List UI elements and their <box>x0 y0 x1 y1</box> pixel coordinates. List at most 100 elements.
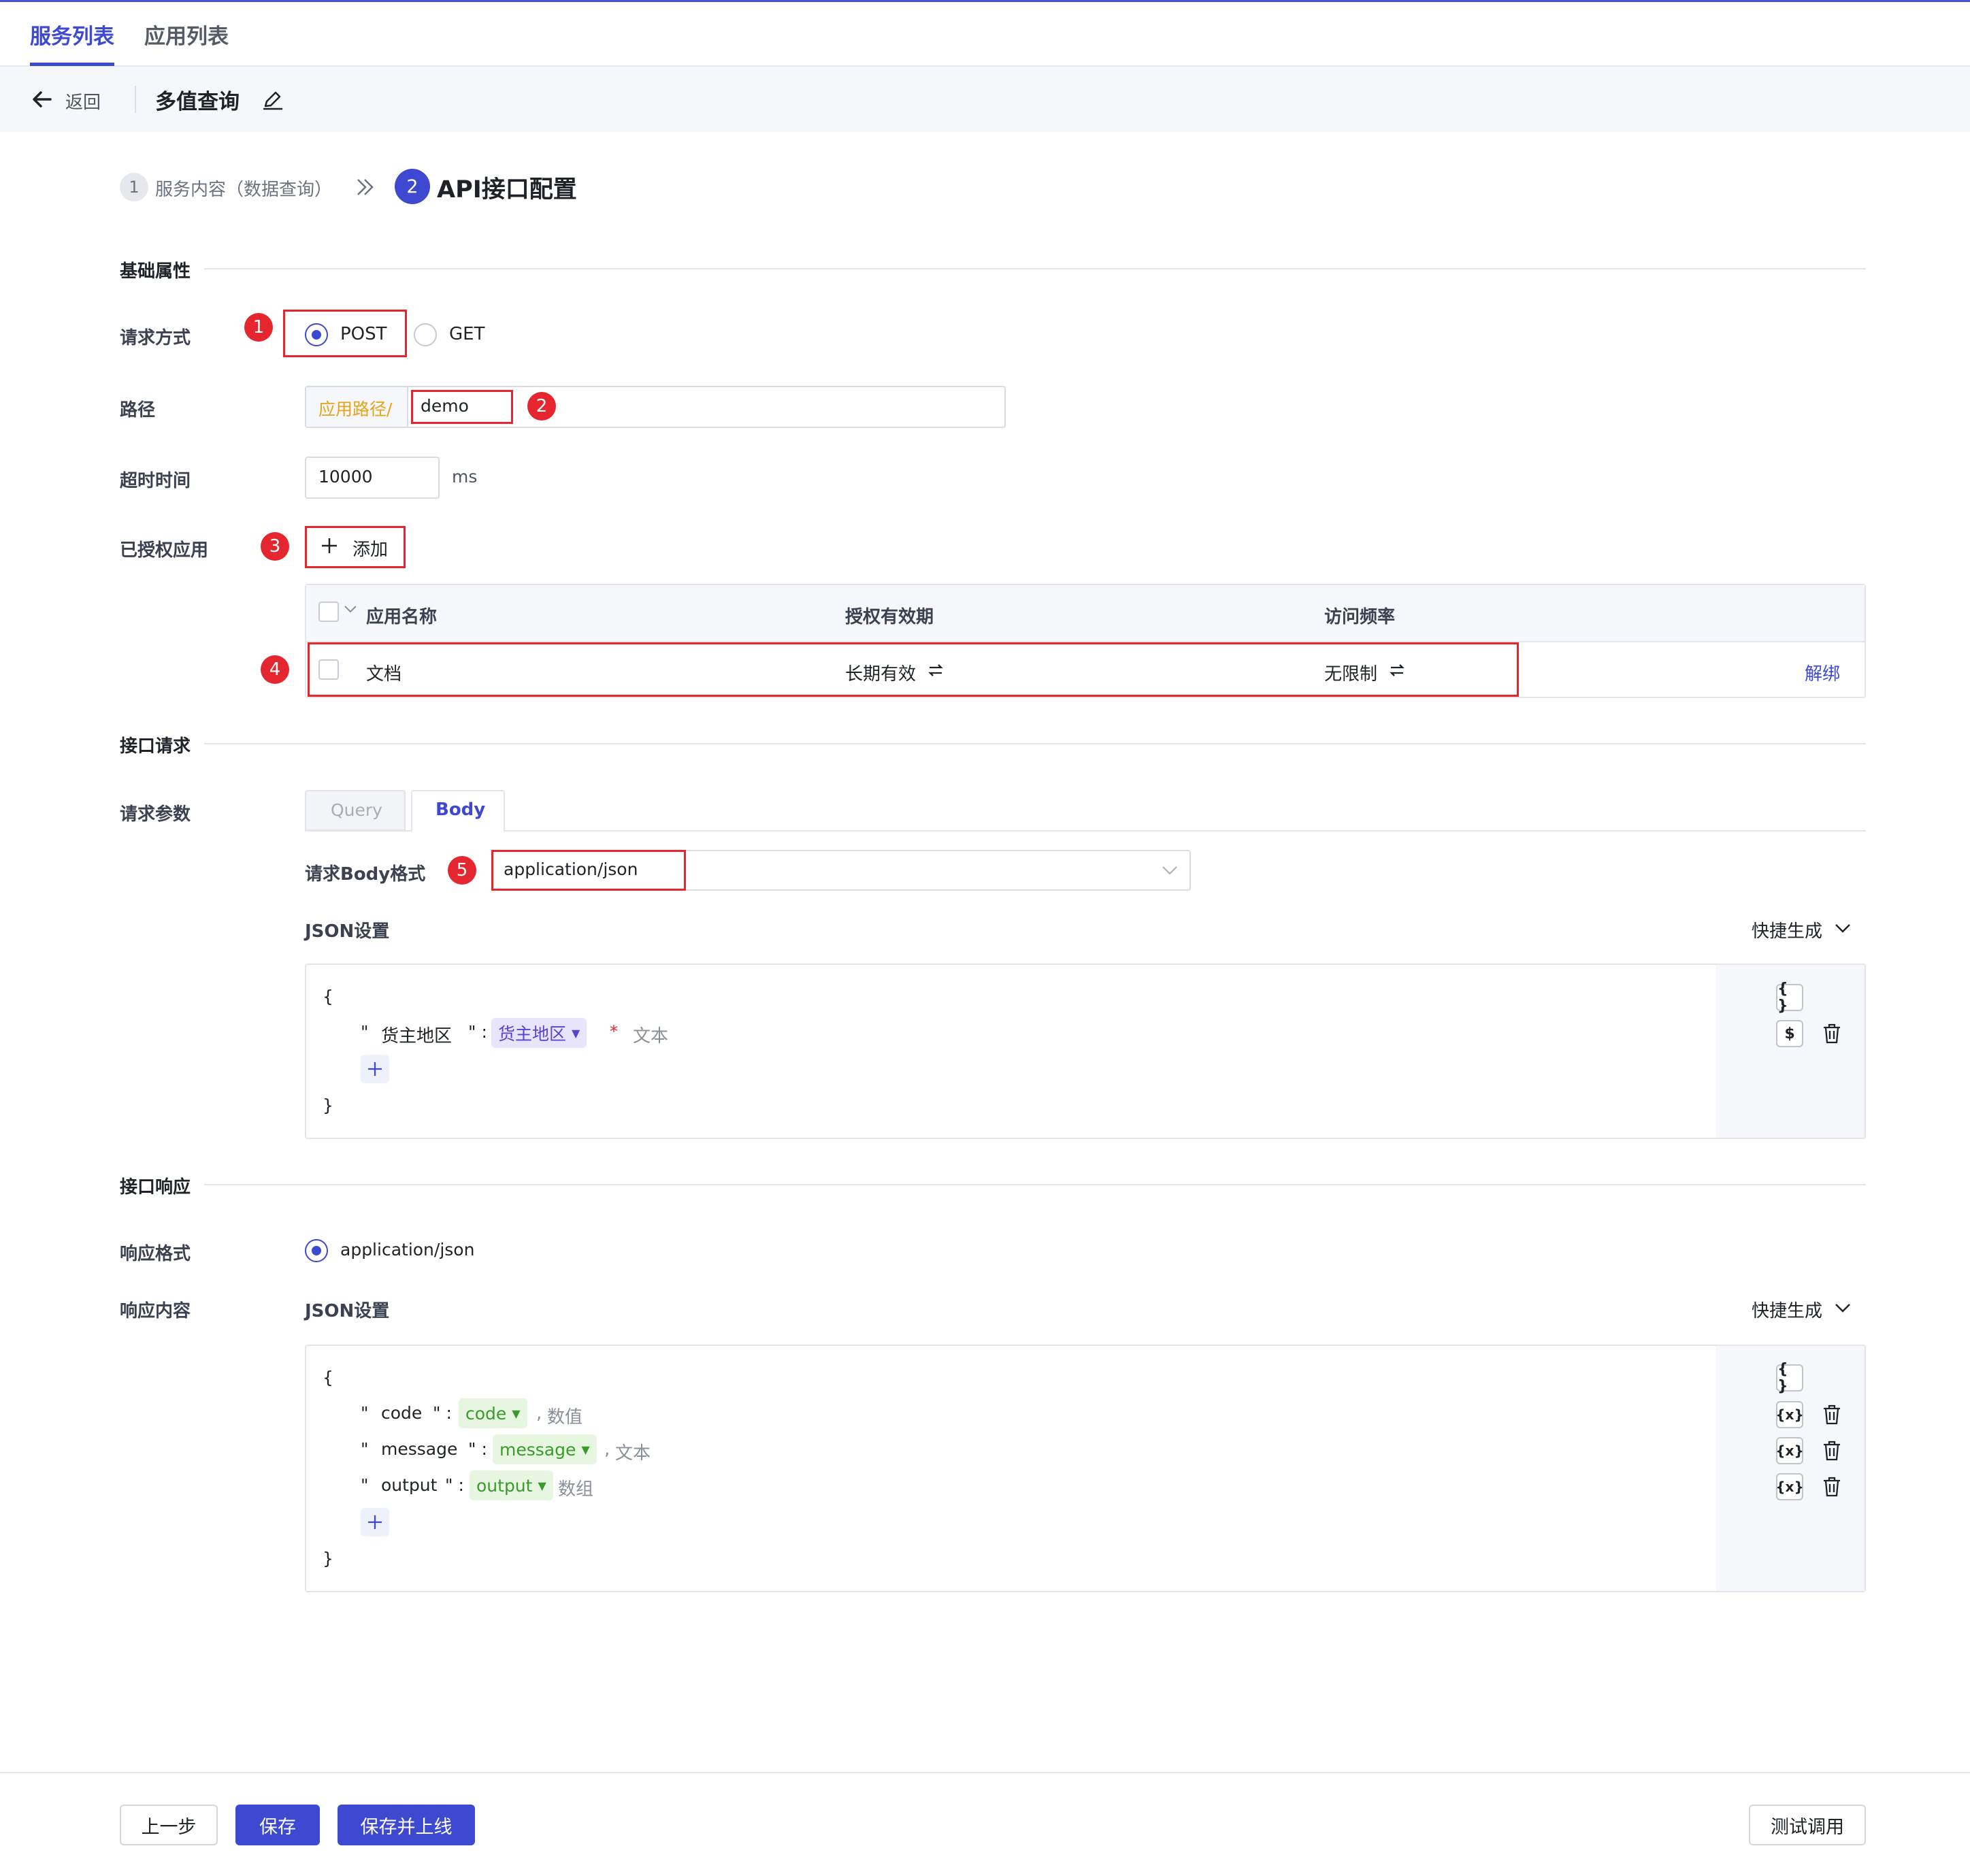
swap-icon[interactable] <box>1388 661 1406 679</box>
row-checkbox[interactable] <box>318 659 339 680</box>
response-field-value: message <box>499 1439 576 1460</box>
annotation-badge-1: 1 <box>244 313 273 342</box>
response-format-value[interactable]: application/json <box>340 1240 474 1260</box>
response-json-label: JSON设置 <box>305 1301 390 1321</box>
request-field-key[interactable]: 货主地区 <box>381 1022 452 1047</box>
row-rate[interactable]: 无限制 <box>1324 660 1377 685</box>
step-2-number: 2 <box>395 169 430 204</box>
radio-response-json[interactable] <box>305 1239 328 1262</box>
back-link[interactable]: 返回 <box>65 88 101 114</box>
caret-down-icon: ▼ <box>581 1443 590 1456</box>
arrow-left-icon[interactable] <box>30 87 54 112</box>
dollar-icon[interactable]: $ <box>1776 1020 1803 1047</box>
request-field-value: 货主地区 <box>498 1024 567 1044</box>
section-divider <box>204 743 1866 744</box>
annotation-badge-3: 3 <box>261 532 289 561</box>
path-label: 路径 <box>120 400 156 421</box>
response-field-sep: , <box>536 1403 542 1424</box>
required-mark: * <box>610 1022 618 1041</box>
page-title: 多值查询 <box>155 90 240 114</box>
response-content-label: 响应内容 <box>120 1301 191 1321</box>
radio-get-label[interactable]: GET <box>449 324 485 344</box>
braces-icon[interactable]: { } <box>1776 1361 1803 1395</box>
chevron-down-icon[interactable] <box>343 602 358 616</box>
radio-get[interactable] <box>414 323 437 346</box>
add-field-button[interactable] <box>361 1508 389 1536</box>
method-label: 请求方式 <box>120 328 191 348</box>
response-field-value-pill[interactable]: output ▼ <box>470 1470 553 1500</box>
response-field-type: 数值 <box>547 1407 583 1428</box>
timeout-unit: ms <box>452 467 478 487</box>
chevron-down-icon[interactable] <box>1833 1298 1852 1317</box>
footer-divider <box>0 1772 1970 1773</box>
response-quick-generate[interactable]: 快捷生成 <box>1752 1297 1822 1322</box>
response-field-type: 文本 <box>615 1443 651 1464</box>
column-header-app-name: 应用名称 <box>366 607 438 627</box>
json-close-brace: } <box>323 1549 333 1568</box>
row-period[interactable]: 长期有效 <box>845 660 916 685</box>
json-quote-colon: " : <box>433 1403 452 1423</box>
plus-icon <box>368 1062 382 1076</box>
json-quote-colon: " : <box>468 1439 487 1459</box>
request-json-editor[interactable] <box>305 964 1866 1139</box>
response-field-key-code[interactable]: code <box>381 1403 422 1423</box>
select-all-checkbox[interactable] <box>318 602 339 622</box>
active-tab-indicator <box>30 63 114 66</box>
response-field-key-message[interactable]: message <box>381 1439 457 1459</box>
response-field-key-output[interactable]: output <box>381 1475 437 1495</box>
response-field-type: 数组 <box>558 1479 594 1500</box>
timeout-value: 10000 <box>318 467 373 487</box>
unbind-link[interactable]: 解绑 <box>1805 660 1840 685</box>
page-header-bar <box>0 67 1970 132</box>
chevron-down-icon[interactable] <box>1161 861 1179 879</box>
radio-post[interactable] <box>305 323 328 346</box>
add-field-button[interactable] <box>361 1055 389 1083</box>
trash-icon[interactable] <box>1820 1402 1844 1427</box>
chevron-down-icon[interactable] <box>1833 919 1852 938</box>
variable-icon[interactable]: {x} <box>1775 1473 1804 1500</box>
request-quick-generate[interactable]: 快捷生成 <box>1752 917 1822 942</box>
apps-table-header <box>306 585 1865 642</box>
request-params-label: 请求参数 <box>120 804 191 825</box>
path-value: demo <box>421 396 469 416</box>
variable-icon[interactable]: {x} <box>1775 1401 1804 1428</box>
annotation-badge-5: 5 <box>448 856 476 885</box>
step-2-label: API接口配置 <box>437 176 577 203</box>
section-divider <box>204 268 1866 269</box>
section-basic-title: 基础属性 <box>120 261 191 282</box>
trash-icon[interactable] <box>1820 1438 1844 1463</box>
authorized-apps-label: 已授权应用 <box>120 540 209 561</box>
prev-step-button[interactable]: 上一步 <box>120 1805 218 1845</box>
tab-app-list[interactable]: 应用列表 <box>144 19 229 50</box>
save-and-online-button[interactable]: 保存并上线 <box>338 1805 475 1845</box>
body-format-value: application/json <box>504 859 638 879</box>
caret-down-icon: ▼ <box>512 1406 521 1420</box>
request-field-type: 文本 <box>633 1026 669 1047</box>
json-quote-colon: " : <box>468 1022 487 1042</box>
test-call-button[interactable]: 测试调用 <box>1749 1805 1866 1845</box>
tab-query-label: Query <box>331 800 382 820</box>
response-field-value-pill[interactable]: message ▼ <box>493 1434 597 1464</box>
section-divider <box>204 1184 1866 1185</box>
response-json-editor[interactable] <box>305 1345 1866 1592</box>
braces-icon[interactable]: { } <box>1776 981 1803 1015</box>
caret-down-icon: ▼ <box>572 1026 580 1040</box>
caret-down-icon: ▼ <box>538 1479 546 1492</box>
json-quote-colon: " : <box>445 1475 464 1495</box>
response-field-value-pill[interactable]: code ▼ <box>459 1398 527 1428</box>
step-1-label[interactable]: 服务内容（数据查询） <box>155 176 332 201</box>
json-quote: " <box>361 1403 369 1423</box>
column-header-rate: 访问频率 <box>1324 607 1396 627</box>
radio-post-label[interactable]: POST <box>340 324 387 344</box>
trash-icon[interactable] <box>1820 1021 1844 1046</box>
tab-service-list[interactable]: 服务列表 <box>30 19 114 50</box>
response-field-value: code <box>465 1403 507 1424</box>
swap-icon[interactable] <box>927 661 945 679</box>
variable-icon[interactable]: {x} <box>1775 1437 1804 1464</box>
edit-icon[interactable] <box>261 88 284 112</box>
json-open-brace: { <box>323 1368 333 1387</box>
request-field-value-pill[interactable]: 货主地区 ▼ <box>491 1018 587 1048</box>
save-button[interactable]: 保存 <box>235 1805 320 1845</box>
trash-icon[interactable] <box>1820 1475 1844 1499</box>
header-divider <box>135 86 136 113</box>
